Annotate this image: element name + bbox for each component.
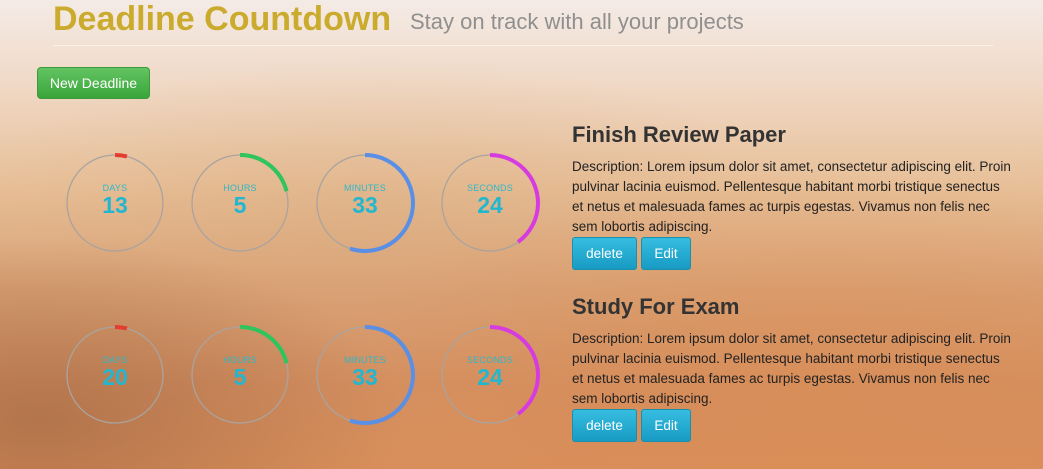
edit-button[interactable]: Edit xyxy=(641,409,691,442)
hours-countdown-ring: HOURS 5 xyxy=(190,153,290,253)
deadline-info: Finish Review Paper Description: Lorem i… xyxy=(572,121,1012,271)
page-header: Deadline Countdown Stay on track with al… xyxy=(53,0,993,46)
days-value: 20 xyxy=(102,364,128,390)
hours-countdown-ring: HOURS 5 xyxy=(190,325,290,425)
deadline-description: Description: Lorem ipsum dolor sit amet,… xyxy=(572,159,1011,234)
deadline-item: DAYS 13 HOURS 5 MINUTES 33 SECONDS 24 Fi… xyxy=(0,122,1043,275)
deadline-info: Study For Exam Description: Lorem ipsum … xyxy=(572,293,1012,443)
deadline-actions: delete Edit xyxy=(572,237,1012,271)
seconds-value: 24 xyxy=(477,364,503,390)
deadline-title: Finish Review Paper xyxy=(572,122,786,147)
seconds-countdown-ring: SECONDS 24 xyxy=(440,325,540,425)
hours-value: 5 xyxy=(233,364,247,390)
page-subtitle: Stay on track with all your projects xyxy=(410,9,744,34)
minutes-countdown-ring: MINUTES 33 xyxy=(315,325,415,425)
days-value: 13 xyxy=(102,192,128,218)
minutes-countdown-ring: MINUTES 33 xyxy=(315,153,415,253)
new-deadline-button[interactable]: New Deadline xyxy=(37,67,150,99)
days-countdown-ring: DAYS 20 xyxy=(65,325,165,425)
deadline-title: Study For Exam xyxy=(572,294,740,319)
deadline-actions: delete Edit xyxy=(572,409,1012,443)
deadline-description: Description: Lorem ipsum dolor sit amet,… xyxy=(572,331,1011,406)
edit-button[interactable]: Edit xyxy=(641,237,691,270)
delete-button[interactable]: delete xyxy=(572,409,637,442)
minutes-value: 33 xyxy=(352,192,378,218)
seconds-countdown-ring: SECONDS 24 xyxy=(440,153,540,253)
deadline-item: DAYS 20 HOURS 5 MINUTES 33 SECONDS 24 St… xyxy=(0,294,1043,447)
seconds-value: 24 xyxy=(477,192,503,218)
days-countdown-ring: DAYS 13 xyxy=(65,153,165,253)
delete-button[interactable]: delete xyxy=(572,237,637,270)
page-title: Deadline Countdown xyxy=(53,0,392,38)
minutes-value: 33 xyxy=(352,364,378,390)
hours-value: 5 xyxy=(233,192,247,218)
